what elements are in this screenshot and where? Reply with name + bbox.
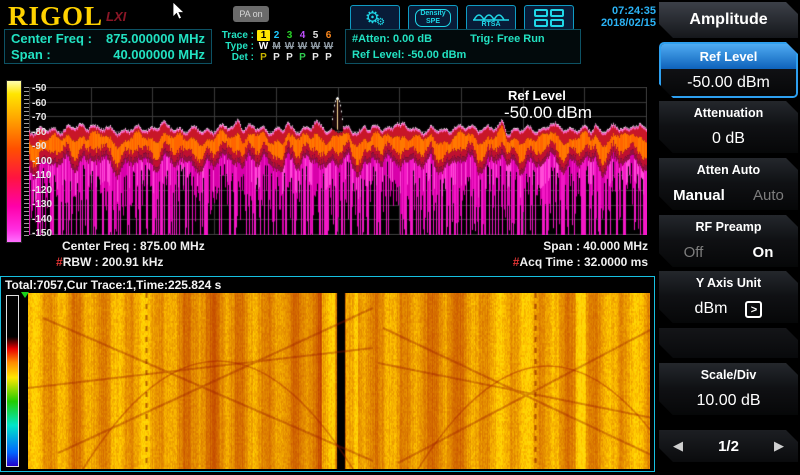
rf-preamp-label: RF Preamp — [659, 215, 798, 239]
y-label: -140 — [32, 214, 52, 225]
ref-level-button-value: -50.00 dBm — [661, 69, 796, 96]
ref-level-readout: Ref Level: -50.00 dBm — [352, 47, 466, 63]
y-label: -100 — [32, 156, 52, 167]
span-label: Span : — [11, 47, 51, 63]
trace-1[interactable]: 1 — [257, 30, 270, 41]
trace-det-3: P — [283, 52, 296, 63]
multi-window-button[interactable] — [524, 5, 574, 31]
trace-det-6: P — [322, 52, 335, 63]
page-indicator: 1/2 — [718, 438, 739, 455]
trace-legend: Trace : 1 2 3 4 5 6 Type : W M W W W W D… — [214, 30, 335, 63]
ref-level-button[interactable]: Ref Level -50.00 dBm — [659, 42, 798, 98]
page-next-icon[interactable]: ▶ — [774, 438, 784, 454]
trace-type-2: M — [270, 41, 283, 52]
empty-softkey — [659, 328, 798, 358]
footer-rbw: #RBW : 200.91 kHz — [56, 255, 163, 269]
softkey-menu: Amplitude Ref Level -50.00 dBm Attenuati… — [657, 0, 800, 475]
atten-auto-option[interactable]: Auto — [753, 182, 784, 210]
rf-preamp-button[interactable]: RF Preamp Off On — [659, 215, 798, 267]
trace-det-5: P — [309, 52, 322, 63]
density-mode-button[interactable]: Density SPE — [408, 5, 458, 31]
y-label: -120 — [32, 185, 52, 196]
trace-5[interactable]: 5 — [309, 30, 322, 41]
mouse-cursor — [172, 2, 186, 22]
y-label: -90 — [32, 141, 46, 152]
trace-det-2: P — [270, 52, 283, 63]
y-label: -150 — [32, 228, 52, 239]
trace-type-4: W — [296, 41, 309, 52]
atten-auto-button[interactable]: Atten Auto Manual Auto — [659, 158, 798, 210]
attenuation-value: 0 dB — [659, 125, 798, 153]
spectrogram-display — [28, 293, 650, 469]
lxi-logo: LXI — [106, 9, 126, 24]
trace-type-3: W — [283, 41, 296, 52]
center-freq-label: Center Freq : — [11, 31, 92, 47]
trace-det-1: P — [257, 52, 270, 63]
ref-level-button-label: Ref Level — [661, 44, 796, 69]
submenu-arrow-icon: > — [745, 301, 762, 318]
trace-6[interactable]: 6 — [322, 30, 335, 41]
footer-span: Span : 40.000 MHz — [500, 239, 648, 253]
footer-acq-time: #Acq Time : 32.0000 ms — [480, 255, 648, 269]
ref-level-annotation-label: Ref Level — [508, 88, 566, 103]
attenuation-label: Attenuation — [659, 101, 798, 125]
y-label: -130 — [32, 199, 52, 210]
rf-preamp-on-option[interactable]: On — [753, 239, 774, 267]
y-label: -70 — [32, 112, 46, 123]
spectrogram-panel: Total:7057,Cur Trace:1,Time:225.824 s — [0, 276, 655, 472]
atten-auto-label: Atten Auto — [659, 158, 798, 182]
y-label: -60 — [32, 98, 46, 109]
page-navigation[interactable]: ◀ 1/2 ▶ — [659, 430, 798, 462]
y-label: -80 — [32, 127, 46, 138]
rtsa-mode-button[interactable]: RTSA — [466, 5, 516, 31]
footer-center-freq: Center Freq : 875.00 MHz — [62, 239, 205, 253]
attenuation-button[interactable]: Attenuation 0 dB — [659, 101, 798, 153]
trace-3[interactable]: 3 — [283, 30, 296, 41]
center-freq-value: 875.000000 MHz — [106, 31, 205, 47]
spectrogram-status: Total:7057,Cur Trace:1,Time:225.824 s — [5, 278, 221, 292]
rigol-logo: RIGOL — [8, 1, 103, 32]
density-spe-icon: Density SPE — [415, 9, 450, 27]
system-settings-button[interactable]: ⚙⚙ — [350, 5, 400, 31]
y-axis-unit-value: dBm — [695, 295, 728, 323]
multi-window-icon — [534, 9, 564, 27]
trace-4[interactable]: 4 — [296, 30, 309, 41]
menu-title: Amplitude — [659, 2, 798, 38]
y-axis-unit-label: Y Axis Unit — [659, 271, 798, 295]
scale-div-button[interactable]: Scale/Div 10.00 dB — [659, 363, 798, 415]
spectrogram-colorbar — [6, 295, 19, 467]
y-label: -110 — [32, 170, 51, 181]
trace-2[interactable]: 2 — [270, 30, 283, 41]
scale-div-value: 10.00 dB — [659, 387, 798, 415]
span-value: 40.000000 MHz — [113, 47, 205, 63]
clock-time: 07:24:35 — [588, 5, 656, 17]
y-axis-unit-button[interactable]: Y Axis Unit dBm > — [659, 271, 798, 323]
clock-date: 2018/02/15 — [588, 17, 656, 29]
trace-det-4: P — [296, 52, 309, 63]
scale-div-label: Scale/Div — [659, 363, 798, 387]
rtsa-waveform-icon — [473, 9, 509, 21]
y-label: -50 — [32, 83, 46, 94]
trigger-readout: Trig: Free Run — [470, 31, 545, 47]
amplitude-info-box: #Atten: 0.00 dB Trig: Free Run Ref Level… — [345, 29, 581, 64]
ref-level-annotation-value: -50.00 dBm — [504, 103, 592, 123]
gear-small-icon: ⚙ — [376, 17, 385, 28]
trace-type-5: W — [309, 41, 322, 52]
rf-preamp-off-option[interactable]: Off — [684, 239, 704, 267]
atten-manual-option[interactable]: Manual — [673, 182, 725, 210]
trace-type-1: W — [257, 41, 270, 52]
frequency-info-box: Center Freq : 875.000000 MHz Span : 40.0… — [4, 29, 212, 64]
pa-on-button[interactable]: PA on — [233, 6, 269, 22]
trace-type-6: W — [322, 41, 335, 52]
density-colorbar — [6, 80, 22, 243]
atten-readout: #Atten: 0.00 dB — [352, 31, 432, 47]
page-prev-icon[interactable]: ◀ — [673, 438, 683, 454]
